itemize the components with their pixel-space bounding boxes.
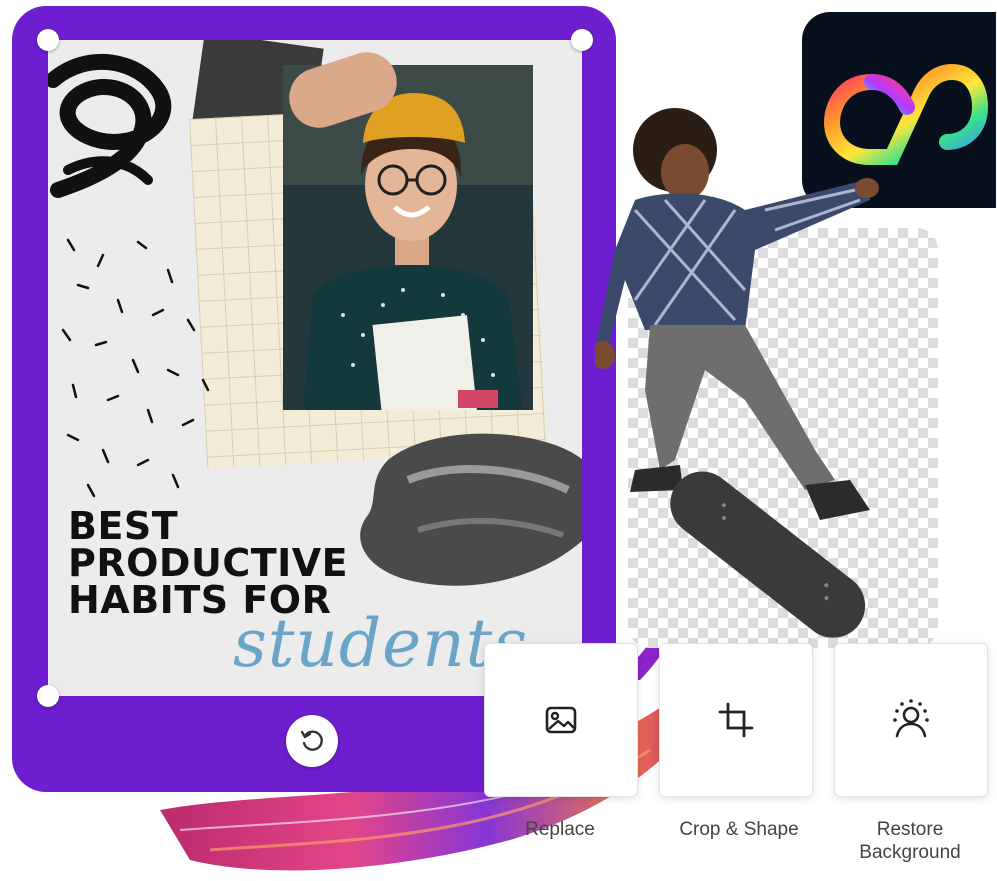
confetti-decoration — [61, 238, 210, 498]
resize-handle-top-right[interactable] — [571, 29, 593, 51]
restore-background-icon — [893, 699, 929, 738]
replace-label: Replace — [525, 819, 595, 840]
paint-smear-decoration — [360, 433, 582, 586]
crop-shape-button[interactable] — [659, 643, 813, 797]
image-icon — [545, 706, 577, 734]
skater-cutout — [595, 108, 879, 638]
restore-background-label: Restore Background — [859, 819, 961, 863]
resize-handle-top-left[interactable] — [37, 29, 59, 51]
crop-icon — [718, 702, 754, 738]
headline-line-2: PRODUCTIVE — [68, 541, 349, 585]
rotate-button[interactable] — [286, 715, 338, 767]
crop-shape-label: Crop & Shape — [679, 819, 799, 840]
resize-handle-bottom-left[interactable] — [37, 685, 59, 707]
design-canvas[interactable]: BEST PRODUCTIVE HABITS FOR students — [48, 40, 582, 696]
restore-background-button[interactable] — [834, 643, 988, 797]
rotate-icon — [300, 730, 323, 751]
headline-line-1: BEST — [68, 504, 179, 548]
replace-button[interactable] — [484, 643, 638, 797]
